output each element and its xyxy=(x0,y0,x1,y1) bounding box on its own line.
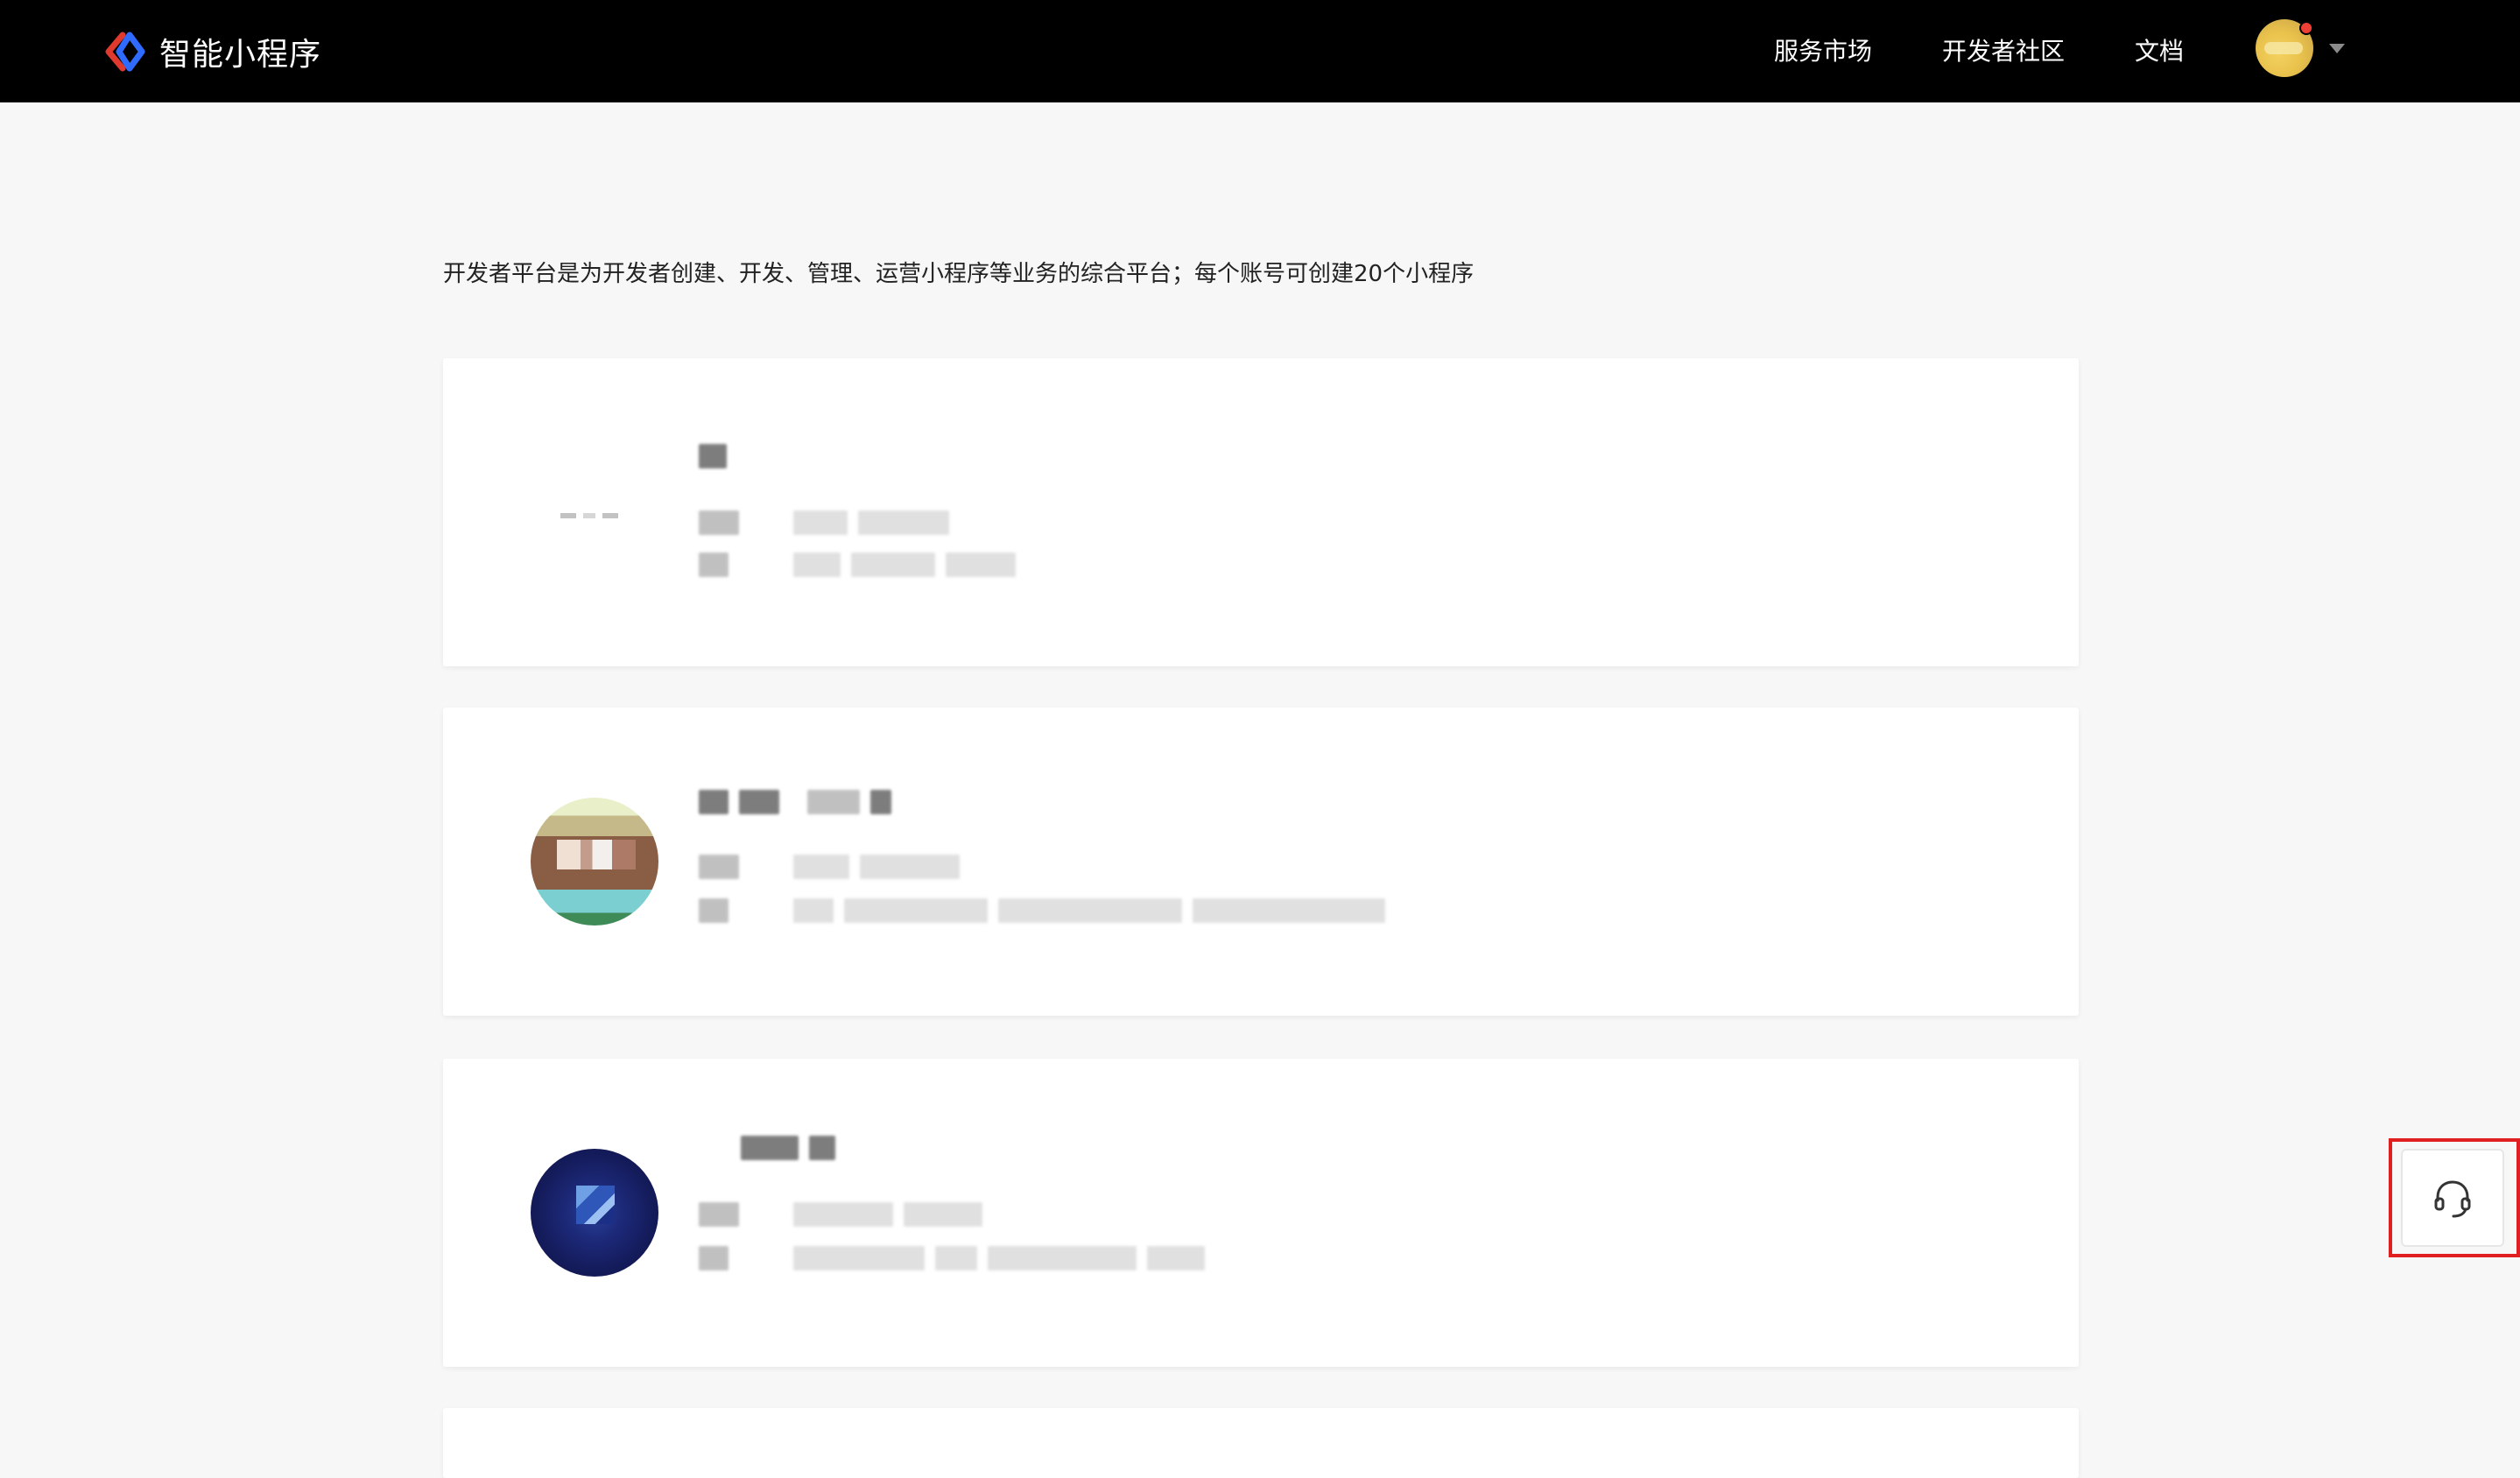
platform-intro: 开发者平台是为开发者创建、开发、管理、运营小程序等业务的综合平台；每个账号可创建… xyxy=(443,261,1475,287)
user-menu[interactable] xyxy=(2256,19,2345,81)
app-card[interactable] xyxy=(443,358,2079,666)
app-icon xyxy=(531,448,658,576)
brand[interactable]: 智能小程序 xyxy=(103,30,321,74)
chevron-down-icon[interactable] xyxy=(2329,44,2345,53)
notification-dot xyxy=(2299,21,2313,35)
app-desc-redacted xyxy=(699,1246,1205,1270)
app-meta-redacted xyxy=(699,510,949,535)
app-icon xyxy=(531,798,658,926)
app-name-redacted xyxy=(699,444,727,468)
app-card[interactable] xyxy=(443,707,2079,1016)
app-meta-redacted xyxy=(699,1202,982,1227)
nav-service-market[interactable]: 服务市场 xyxy=(1774,30,1872,74)
app-desc-redacted xyxy=(699,898,1385,923)
app-name-redacted xyxy=(699,790,891,814)
app-card[interactable] xyxy=(443,1059,2079,1367)
headset-icon xyxy=(2434,1180,2471,1218)
app-meta-redacted xyxy=(699,855,960,879)
customer-support-button[interactable] xyxy=(2401,1149,2504,1247)
app-icon xyxy=(531,1149,658,1277)
app-desc-redacted xyxy=(699,552,1016,577)
logo-icon xyxy=(105,32,145,72)
nav-developer-community[interactable]: 开发者社区 xyxy=(1942,30,2065,74)
app-card[interactable] xyxy=(443,1408,2079,1478)
nav-docs[interactable]: 文档 xyxy=(2135,30,2184,74)
placeholder-icon xyxy=(560,513,622,518)
brand-name: 智能小程序 xyxy=(159,37,322,73)
app-name-redacted xyxy=(741,1136,835,1160)
top-navigation-bar: 智能小程序 服务市场 开发者社区 文档 xyxy=(0,0,2520,102)
